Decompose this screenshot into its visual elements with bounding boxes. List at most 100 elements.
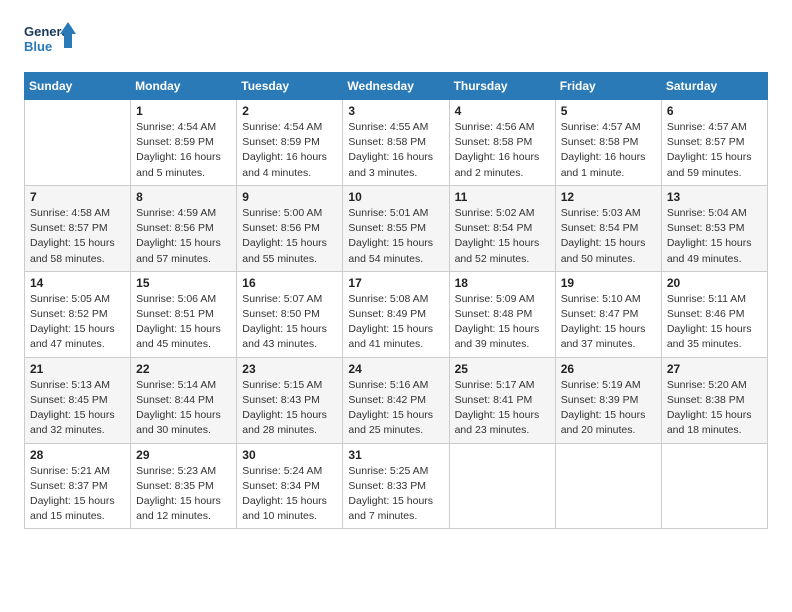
day-info: Sunrise: 5:21 AM Sunset: 8:37 PM Dayligh… (30, 464, 125, 525)
day-number: 14 (30, 276, 125, 290)
calendar-cell: 16 Sunrise: 5:07 AM Sunset: 8:50 PM Dayli… (237, 271, 343, 357)
day-info: Sunrise: 5:07 AM Sunset: 8:50 PM Dayligh… (242, 292, 337, 353)
calendar-cell: 31 Sunrise: 5:25 AM Sunset: 8:33 PM Dayli… (343, 443, 449, 529)
day-number: 9 (242, 190, 337, 204)
day-info: Sunrise: 4:59 AM Sunset: 8:56 PM Dayligh… (136, 206, 231, 267)
day-number: 17 (348, 276, 443, 290)
day-info: Sunrise: 5:02 AM Sunset: 8:54 PM Dayligh… (455, 206, 550, 267)
calendar-cell: 27Sunrise: 5:20 AM Sunset: 8:38 PM Dayli… (661, 357, 767, 443)
page-header: General Blue (24, 20, 768, 64)
day-number: 18 (455, 276, 550, 290)
day-number: 24 (348, 362, 443, 376)
day-info: Sunrise: 5:05 AM Sunset: 8:52 PM Dayligh… (30, 292, 125, 353)
day-number: 26 (561, 362, 656, 376)
weekday-header-wednesday: Wednesday (343, 73, 449, 100)
day-info: Sunrise: 5:08 AM Sunset: 8:49 PM Dayligh… (348, 292, 443, 353)
day-info: Sunrise: 5:01 AM Sunset: 8:55 PM Dayligh… (348, 206, 443, 267)
day-info: Sunrise: 4:58 AM Sunset: 8:57 PM Dayligh… (30, 206, 125, 267)
logo-svg: General Blue (24, 20, 76, 64)
weekday-header-row: SundayMondayTuesdayWednesdayThursdayFrid… (25, 73, 768, 100)
day-number: 5 (561, 104, 656, 118)
day-info: Sunrise: 4:57 AM Sunset: 8:58 PM Dayligh… (561, 120, 656, 181)
calendar-cell: 21 Sunrise: 5:13 AM Sunset: 8:45 PM Dayli… (25, 357, 131, 443)
day-info: Sunrise: 5:23 AM Sunset: 8:35 PM Dayligh… (136, 464, 231, 525)
day-info: Sunrise: 5:04 AM Sunset: 8:53 PM Dayligh… (667, 206, 762, 267)
day-number: 6 (667, 104, 762, 118)
day-info: Sunrise: 5:11 AM Sunset: 8:46 PM Dayligh… (667, 292, 762, 353)
weekday-header-friday: Friday (555, 73, 661, 100)
day-number: 10 (348, 190, 443, 204)
calendar-cell: 18 Sunrise: 5:09 AM Sunset: 8:48 PM Dayli… (449, 271, 555, 357)
calendar-week-row: 21 Sunrise: 5:13 AM Sunset: 8:45 PM Dayli… (25, 357, 768, 443)
day-info: Sunrise: 5:10 AM Sunset: 8:47 PM Dayligh… (561, 292, 656, 353)
day-info: Sunrise: 5:14 AM Sunset: 8:44 PM Dayligh… (136, 378, 231, 439)
calendar-cell: 2 Sunrise: 4:54 AM Sunset: 8:59 PM Daylig… (237, 100, 343, 186)
calendar-cell: 30Sunrise: 5:24 AM Sunset: 8:34 PM Dayli… (237, 443, 343, 529)
weekday-header-tuesday: Tuesday (237, 73, 343, 100)
calendar-cell: 7 Sunrise: 4:58 AM Sunset: 8:57 PM Daylig… (25, 185, 131, 271)
day-info: Sunrise: 5:15 AM Sunset: 8:43 PM Dayligh… (242, 378, 337, 439)
calendar-cell: 22 Sunrise: 5:14 AM Sunset: 8:44 PM Dayli… (131, 357, 237, 443)
day-info: Sunrise: 5:17 AM Sunset: 8:41 PM Dayligh… (455, 378, 550, 439)
day-number: 2 (242, 104, 337, 118)
calendar-cell: 3 Sunrise: 4:55 AM Sunset: 8:58 PM Daylig… (343, 100, 449, 186)
calendar-cell: 28Sunrise: 5:21 AM Sunset: 8:37 PM Dayli… (25, 443, 131, 529)
day-info: Sunrise: 4:54 AM Sunset: 8:59 PM Dayligh… (136, 120, 231, 181)
day-number: 31 (348, 448, 443, 462)
calendar-cell: 26 Sunrise: 5:19 AM Sunset: 8:39 PM Dayli… (555, 357, 661, 443)
calendar-cell: 14 Sunrise: 5:05 AM Sunset: 8:52 PM Dayli… (25, 271, 131, 357)
day-number: 15 (136, 276, 231, 290)
calendar-cell (25, 100, 131, 186)
day-number: 30 (242, 448, 337, 462)
day-info: Sunrise: 5:09 AM Sunset: 8:48 PM Dayligh… (455, 292, 550, 353)
calendar-cell: 19Sunrise: 5:10 AM Sunset: 8:47 PM Dayli… (555, 271, 661, 357)
calendar-cell: 13 Sunrise: 5:04 AM Sunset: 8:53 PM Dayli… (661, 185, 767, 271)
day-number: 4 (455, 104, 550, 118)
logo: General Blue (24, 20, 76, 64)
day-info: Sunrise: 5:06 AM Sunset: 8:51 PM Dayligh… (136, 292, 231, 353)
svg-text:Blue: Blue (24, 39, 52, 54)
day-number: 22 (136, 362, 231, 376)
day-info: Sunrise: 4:57 AM Sunset: 8:57 PM Dayligh… (667, 120, 762, 181)
day-info: Sunrise: 5:13 AM Sunset: 8:45 PM Dayligh… (30, 378, 125, 439)
calendar-week-row: 7 Sunrise: 4:58 AM Sunset: 8:57 PM Daylig… (25, 185, 768, 271)
day-number: 7 (30, 190, 125, 204)
calendar-cell: 29 Sunrise: 5:23 AM Sunset: 8:35 PM Dayli… (131, 443, 237, 529)
calendar-cell (449, 443, 555, 529)
day-number: 3 (348, 104, 443, 118)
calendar-cell: 6 Sunrise: 4:57 AM Sunset: 8:57 PM Daylig… (661, 100, 767, 186)
day-info: Sunrise: 4:54 AM Sunset: 8:59 PM Dayligh… (242, 120, 337, 181)
weekday-header-thursday: Thursday (449, 73, 555, 100)
calendar-cell: 23 Sunrise: 5:15 AM Sunset: 8:43 PM Dayli… (237, 357, 343, 443)
calendar-cell: 11Sunrise: 5:02 AM Sunset: 8:54 PM Dayli… (449, 185, 555, 271)
day-info: Sunrise: 5:25 AM Sunset: 8:33 PM Dayligh… (348, 464, 443, 525)
calendar-cell: 25 Sunrise: 5:17 AM Sunset: 8:41 PM Dayli… (449, 357, 555, 443)
day-number: 25 (455, 362, 550, 376)
calendar-cell: 10 Sunrise: 5:01 AM Sunset: 8:55 PM Dayli… (343, 185, 449, 271)
day-number: 1 (136, 104, 231, 118)
day-number: 27 (667, 362, 762, 376)
calendar-cell: 1 Sunrise: 4:54 AM Sunset: 8:59 PM Daylig… (131, 100, 237, 186)
day-info: Sunrise: 5:19 AM Sunset: 8:39 PM Dayligh… (561, 378, 656, 439)
day-info: Sunrise: 4:55 AM Sunset: 8:58 PM Dayligh… (348, 120, 443, 181)
calendar-week-row: 28Sunrise: 5:21 AM Sunset: 8:37 PM Dayli… (25, 443, 768, 529)
day-info: Sunrise: 5:03 AM Sunset: 8:54 PM Dayligh… (561, 206, 656, 267)
calendar-week-row: 14 Sunrise: 5:05 AM Sunset: 8:52 PM Dayli… (25, 271, 768, 357)
weekday-header-sunday: Sunday (25, 73, 131, 100)
day-info: Sunrise: 5:16 AM Sunset: 8:42 PM Dayligh… (348, 378, 443, 439)
calendar-week-row: 1 Sunrise: 4:54 AM Sunset: 8:59 PM Daylig… (25, 100, 768, 186)
calendar-cell: 15 Sunrise: 5:06 AM Sunset: 8:51 PM Dayli… (131, 271, 237, 357)
day-number: 12 (561, 190, 656, 204)
day-number: 16 (242, 276, 337, 290)
day-number: 8 (136, 190, 231, 204)
day-number: 13 (667, 190, 762, 204)
calendar-cell: 4Sunrise: 4:56 AM Sunset: 8:58 PM Daylig… (449, 100, 555, 186)
day-number: 29 (136, 448, 231, 462)
calendar-cell: 9Sunrise: 5:00 AM Sunset: 8:56 PM Daylig… (237, 185, 343, 271)
day-number: 21 (30, 362, 125, 376)
day-number: 20 (667, 276, 762, 290)
calendar-cell (661, 443, 767, 529)
calendar-cell: 5 Sunrise: 4:57 AM Sunset: 8:58 PM Daylig… (555, 100, 661, 186)
day-number: 23 (242, 362, 337, 376)
calendar-table: SundayMondayTuesdayWednesdayThursdayFrid… (24, 72, 768, 529)
